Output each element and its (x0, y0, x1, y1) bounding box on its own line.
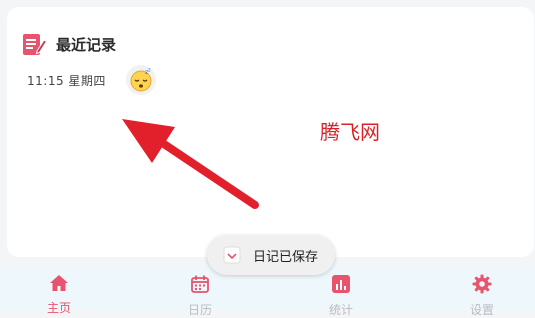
home-icon (50, 275, 68, 291)
tab-home-label: 主页 (46, 301, 71, 315)
tab-calendar[interactable]: 日历 (170, 274, 230, 318)
app-logo-icon (223, 246, 241, 264)
chart-icon (332, 275, 350, 293)
gear-icon (472, 274, 492, 294)
tab-settings[interactable]: 设置 (452, 274, 512, 318)
calendar-icon (191, 275, 209, 293)
toast-notification: 日记已保存 (207, 235, 335, 275)
tab-statistics[interactable]: 统计 (311, 274, 371, 318)
toast-message: 日记已保存 (253, 249, 319, 265)
